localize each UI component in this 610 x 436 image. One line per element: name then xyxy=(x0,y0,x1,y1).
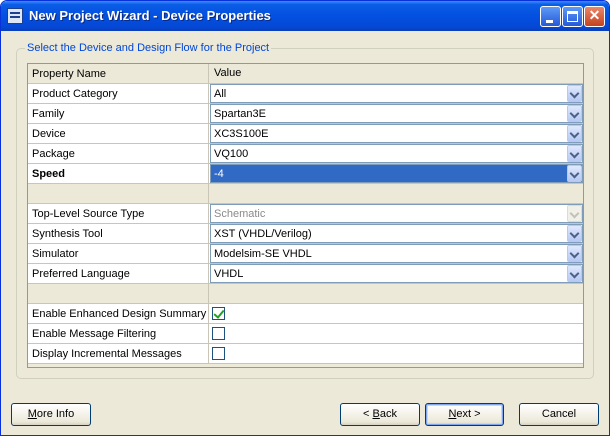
property-name: Package xyxy=(28,144,209,163)
enhanced-design-summary-checkbox[interactable] xyxy=(212,307,225,320)
property-name: Preferred Language xyxy=(28,264,209,283)
dropdown-arrow-icon[interactable] xyxy=(567,85,582,102)
row-package: Package VQ100 xyxy=(28,144,583,164)
family-dropdown[interactable]: Spartan3E xyxy=(210,104,583,123)
row-top-level-source-type: Top-Level Source Type Schematic xyxy=(28,204,583,224)
back-button[interactable]: < Back xyxy=(340,403,420,426)
row-family: Family Spartan3E xyxy=(28,104,583,124)
top-level-source-type-dropdown: Schematic xyxy=(210,204,583,223)
grid-header-row: Property Name Value xyxy=(28,64,583,84)
property-name: Family xyxy=(28,104,209,123)
property-name: Simulator xyxy=(28,244,209,263)
dropdown-arrow-icon[interactable] xyxy=(567,225,582,242)
minimize-button[interactable] xyxy=(540,6,561,27)
property-grid: Property Name Value Product Category All… xyxy=(27,63,584,368)
row-speed: Speed -4 xyxy=(28,164,583,184)
next-button[interactable]: Next > xyxy=(425,403,504,426)
close-icon: ✕ xyxy=(588,7,601,23)
row-synthesis-tool: Synthesis Tool XST (VHDL/Verilog) xyxy=(28,224,583,244)
row-enable-enhanced-design-summary: Enable Enhanced Design Summary xyxy=(28,304,583,324)
checkmark-icon xyxy=(213,307,225,319)
property-name: Display Incremental Messages xyxy=(28,344,209,363)
property-name: Speed xyxy=(28,164,209,183)
property-name: Product Category xyxy=(28,84,209,103)
row-simulator: Simulator Modelsim-SE VHDL xyxy=(28,244,583,264)
dropdown-arrow-icon[interactable] xyxy=(567,265,582,282)
cancel-button[interactable]: Cancel xyxy=(519,403,599,426)
maximize-icon xyxy=(567,11,578,22)
row-product-category: Product Category All xyxy=(28,84,583,104)
dropdown-arrow-icon[interactable] xyxy=(567,105,582,122)
property-name: Enable Message Filtering xyxy=(28,324,209,343)
product-category-dropdown[interactable]: All xyxy=(210,84,583,103)
property-name: Synthesis Tool xyxy=(28,224,209,243)
dropdown-arrow-icon[interactable] xyxy=(567,125,582,142)
more-info-button[interactable]: More Info xyxy=(11,403,91,426)
device-dropdown[interactable]: XC3S100E xyxy=(210,124,583,143)
minimize-icon xyxy=(546,20,553,23)
wizard-window: New Project Wizard - Device Properties ✕… xyxy=(0,0,610,436)
speed-dropdown[interactable]: -4 xyxy=(210,164,583,183)
property-name: Enable Enhanced Design Summary xyxy=(28,304,209,323)
maximize-button[interactable] xyxy=(562,6,583,27)
simulator-dropdown[interactable]: Modelsim-SE VHDL xyxy=(210,244,583,263)
synthesis-tool-dropdown[interactable]: XST (VHDL/Verilog) xyxy=(210,224,583,243)
property-name: Device xyxy=(28,124,209,143)
dropdown-arrow-icon[interactable] xyxy=(567,165,582,182)
dropdown-arrow-icon xyxy=(567,205,582,222)
column-header-property-name: Property Name xyxy=(28,64,209,83)
dropdown-arrow-icon[interactable] xyxy=(567,245,582,262)
row-enable-message-filtering: Enable Message Filtering xyxy=(28,324,583,344)
separator-row xyxy=(28,284,583,304)
separator-row xyxy=(28,184,583,204)
app-icon xyxy=(7,8,23,24)
message-filtering-checkbox[interactable] xyxy=(212,327,225,340)
window-title: New Project Wizard - Device Properties xyxy=(29,8,271,23)
dropdown-arrow-icon[interactable] xyxy=(567,145,582,162)
group-label: Select the Device and Design Flow for th… xyxy=(25,42,272,54)
package-dropdown[interactable]: VQ100 xyxy=(210,144,583,163)
row-device: Device XC3S100E xyxy=(28,124,583,144)
row-preferred-language: Preferred Language VHDL xyxy=(28,264,583,284)
property-name: Top-Level Source Type xyxy=(28,204,209,223)
column-header-value: Value xyxy=(214,67,242,79)
row-display-incremental-messages: Display Incremental Messages xyxy=(28,344,583,364)
preferred-language-dropdown[interactable]: VHDL xyxy=(210,264,583,283)
incremental-messages-checkbox[interactable] xyxy=(212,347,225,360)
close-button[interactable]: ✕ xyxy=(584,6,605,27)
title-bar[interactable]: New Project Wizard - Device Properties ✕ xyxy=(1,1,609,31)
